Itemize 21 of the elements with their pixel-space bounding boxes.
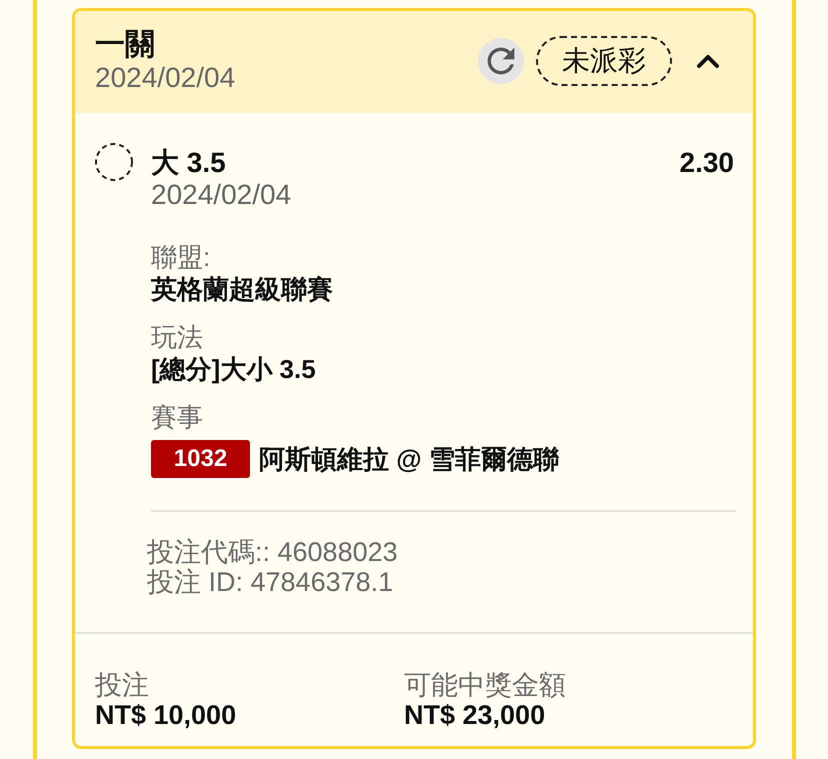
bet-reference: 投注 ID: 47846378.1 — [147, 567, 394, 597]
detail-value: [總分]大小 3.5 — [151, 353, 317, 385]
detail-label: 聯盟: — [151, 241, 212, 273]
summary-label: 投注 — [95, 670, 150, 700]
match-teams: 阿斯頓維拉 @ 雪菲爾德聯 — [259, 443, 559, 475]
bet-type-title: 一關 — [95, 28, 156, 62]
summary-value: NT$ 23,000 — [404, 700, 546, 730]
bet-date: 2024/02/04 — [95, 62, 236, 94]
match-date: 2024/02/04 — [151, 179, 292, 211]
status-tag: 未派彩 — [536, 36, 672, 86]
refresh-icon — [486, 46, 516, 76]
summary-label: 可能中獎金額 — [404, 670, 567, 700]
detail-value: 英格蘭超級聯賽 — [151, 273, 334, 305]
detail-label: 玩法 — [151, 321, 204, 353]
match-id-badge: 1032 — [151, 440, 250, 478]
bet-reference: 投注代碼:: 46088023 — [147, 537, 399, 567]
selection-title: 大 3.5 — [151, 147, 226, 179]
refresh-button[interactable] — [478, 38, 524, 84]
detail-label: 賽事 — [151, 401, 204, 433]
summary-value: NT$ 10,000 — [95, 700, 238, 730]
odds-value: 2.30 — [680, 147, 734, 179]
